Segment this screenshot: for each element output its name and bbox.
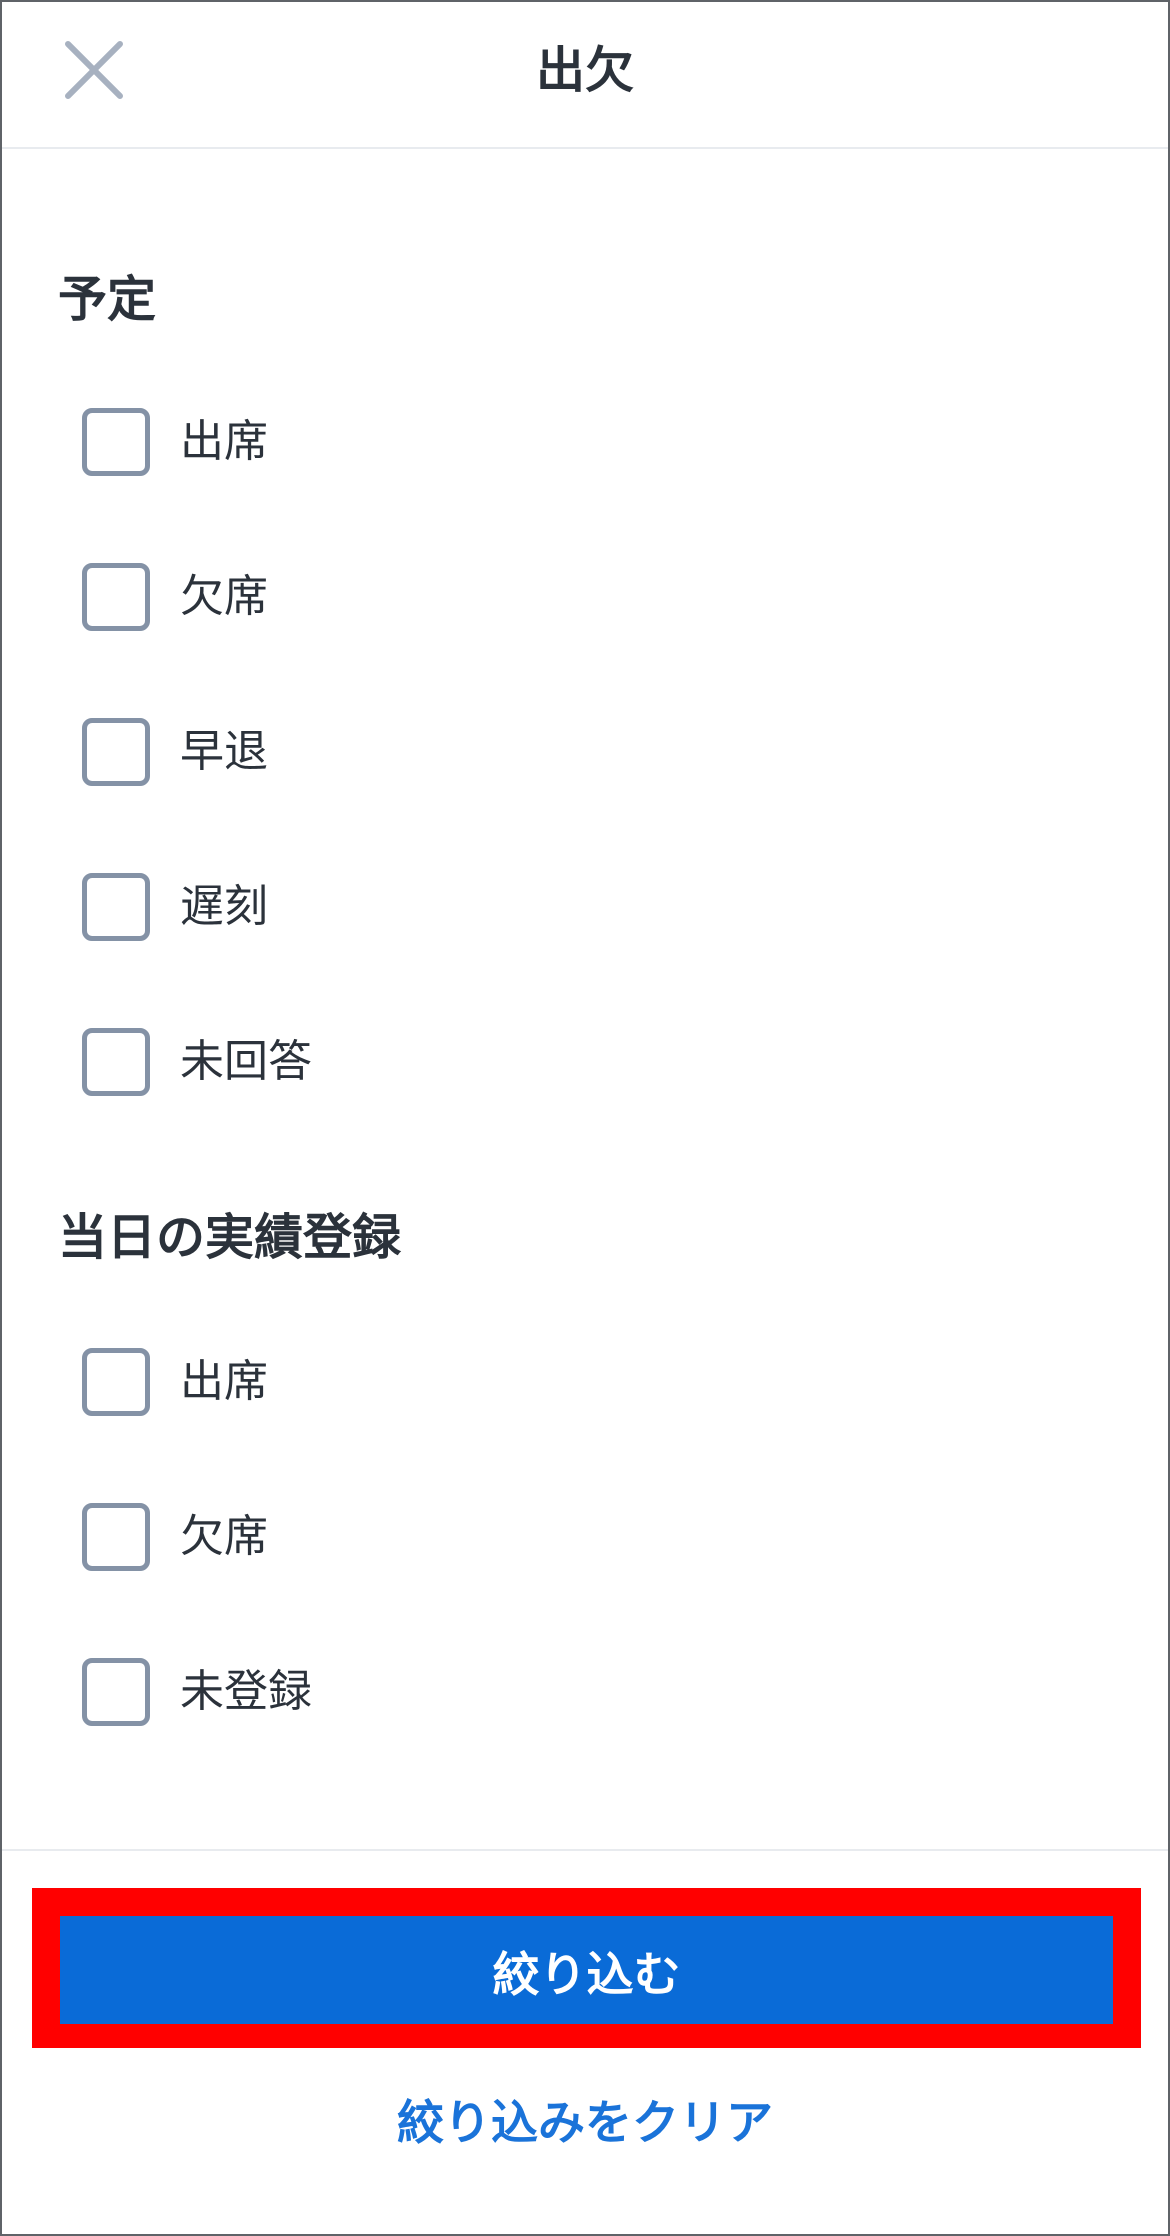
option-label: 未登録 [180,1666,312,1717]
option-label: 出席 [180,1356,268,1407]
option-actual-unregistered[interactable]: 未登録 [82,1652,312,1732]
apply-filter-button[interactable]: 絞り込む [60,1916,1113,2024]
header: 出欠 [2,2,1168,149]
section-title-actual: 当日の実績登録 [58,1209,402,1266]
checkbox[interactable] [82,873,150,941]
checkbox[interactable] [82,408,150,476]
checkbox[interactable] [82,1503,150,1571]
checkbox[interactable] [82,718,150,786]
footer-divider [2,1849,1168,1851]
option-label: 未回答 [180,1036,312,1087]
filter-sheet: 出欠 予定 出席 欠席 早退 遅刻 未回答 当日の実績登録 出席 欠席 未登録 … [0,0,1170,2236]
option-label: 早退 [180,726,268,777]
page-title: 出欠 [535,42,634,99]
option-schedule-attend[interactable]: 出席 [82,402,268,482]
option-schedule-early-leave[interactable]: 早退 [82,712,268,792]
option-label: 欠席 [180,1511,268,1562]
option-label: 出席 [180,416,268,467]
option-schedule-unanswered[interactable]: 未回答 [82,1022,312,1102]
option-schedule-late[interactable]: 遅刻 [82,867,268,947]
checkbox[interactable] [82,1658,150,1726]
option-label: 欠席 [180,571,268,622]
checkbox[interactable] [82,1348,150,1416]
option-schedule-absent[interactable]: 欠席 [82,557,268,637]
section-title-schedule: 予定 [58,271,157,328]
checkbox[interactable] [82,1028,150,1096]
option-actual-attend[interactable]: 出席 [82,1342,268,1422]
clear-filter-link[interactable]: 絞り込みをクリア [2,2092,1168,2156]
option-actual-absent[interactable]: 欠席 [82,1497,268,1577]
checkbox[interactable] [82,563,150,631]
option-label: 遅刻 [180,881,268,932]
